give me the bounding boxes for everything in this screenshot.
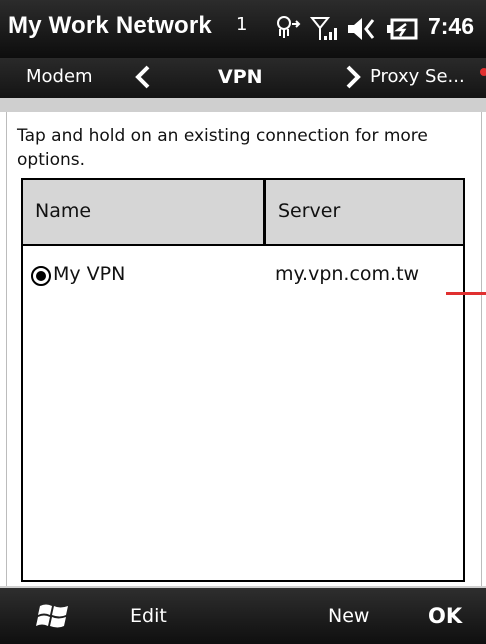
data-connection-icon	[277, 16, 301, 38]
vpn-connection-list[interactable]: Name Server My VPN my.vpn.com.tw	[21, 178, 465, 582]
status-bar: My Work Network 1 7:46	[0, 0, 486, 58]
list-item[interactable]: My VPN my.vpn.com.tw	[23, 246, 463, 306]
edit-softkey[interactable]: Edit	[130, 605, 167, 627]
column-header-server[interactable]: Server	[266, 180, 463, 244]
tab-modem[interactable]: Modem	[26, 66, 93, 87]
list-header: Name Server	[23, 180, 463, 246]
tab-vpn[interactable]: VPN	[218, 66, 263, 88]
ok-button[interactable]: OK	[428, 604, 462, 628]
instruction-text: Tap and hold on an existing connection f…	[17, 126, 428, 170]
selected-radio-icon[interactable]	[31, 266, 51, 286]
sim-indicator: 1	[236, 14, 248, 35]
new-softkey[interactable]: New	[328, 605, 369, 627]
tab-proxy-settings[interactable]: Proxy Se...	[370, 66, 465, 87]
softkey-bar: Edit New OK	[0, 588, 486, 644]
tab-divider	[0, 98, 486, 112]
column-header-name[interactable]: Name	[23, 180, 266, 244]
window-title: My Work Network	[8, 12, 212, 39]
chevron-left-icon[interactable]	[132, 64, 154, 90]
annotation-callout-line	[446, 292, 486, 295]
connection-name: My VPN	[53, 263, 126, 285]
signal-strength-icon	[310, 17, 337, 40]
column-header-server-label: Server	[278, 200, 341, 222]
battery-charging-icon	[387, 18, 418, 40]
column-header-name-label: Name	[35, 200, 92, 222]
volume-icon	[348, 18, 375, 40]
connection-server: my.vpn.com.tw	[275, 263, 420, 285]
windows-start-icon[interactable]	[36, 600, 72, 632]
annotation-marker	[480, 68, 486, 76]
tab-strip: Modem VPN Proxy Se...	[0, 58, 486, 98]
chevron-right-icon[interactable]	[342, 64, 364, 90]
clock[interactable]: 7:46	[428, 13, 474, 40]
content-panel: Tap and hold on an existing connection f…	[6, 112, 482, 586]
